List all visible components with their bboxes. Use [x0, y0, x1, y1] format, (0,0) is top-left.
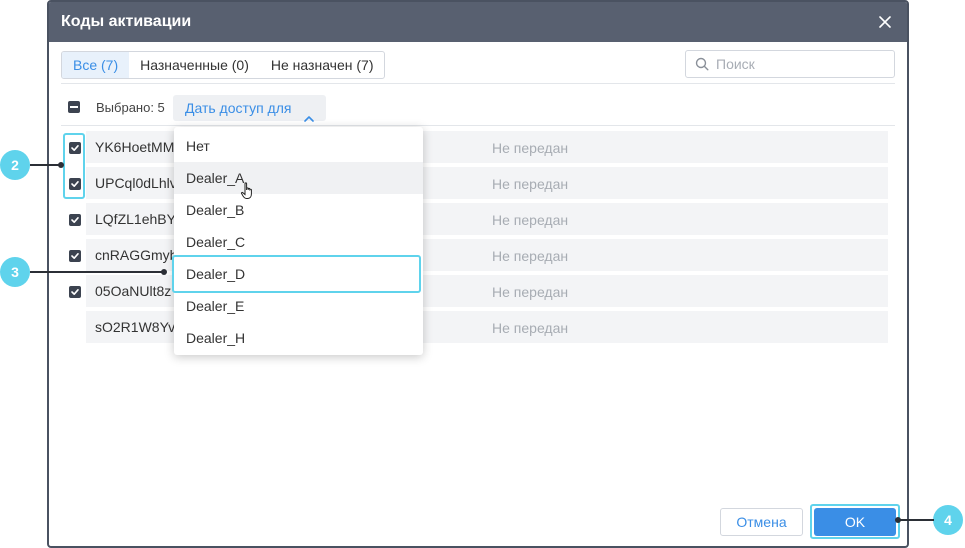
dropdown-option-highlight-frame — [172, 255, 421, 293]
row-checkbox[interactable] — [69, 286, 81, 298]
activation-codes-dialog: Коды активации Все (7) Назначенные (0) Н… — [47, 0, 909, 548]
callout-line — [30, 271, 164, 273]
callout-badge: 4 — [933, 505, 963, 535]
dialog-titlebar: Коды активации — [49, 2, 907, 42]
callout-line — [897, 519, 934, 521]
status-value: Не передан — [492, 176, 569, 192]
selected-count: Выбрано: 5 — [96, 100, 165, 115]
search-input[interactable] — [716, 55, 886, 73]
dropdown-option[interactable]: Dealer_C — [174, 226, 423, 258]
callout-dot — [895, 517, 901, 523]
status-value: Не передан — [492, 284, 569, 300]
dropdown-option[interactable]: Нет — [174, 130, 423, 162]
code-value: cnRAGGmyb — [95, 247, 178, 263]
code-value: sO2R1W8Yv — [95, 319, 176, 335]
dropdown-option[interactable]: Dealer_A — [174, 162, 423, 194]
divider — [61, 83, 895, 84]
tab-all[interactable]: Все (7) — [62, 52, 130, 78]
divider — [61, 125, 895, 126]
row-checkbox[interactable] — [69, 214, 81, 226]
status-value: Не передан — [492, 212, 569, 228]
dropdown-option[interactable]: Dealer_E — [174, 290, 423, 322]
checkbox-highlight-frame — [63, 133, 85, 199]
callout-dot — [161, 269, 167, 275]
grant-access-label: Дать доступ для — [185, 100, 292, 116]
code-value: LQfZL1ehBY — [95, 211, 176, 227]
code-value: UPCql0dLhlv — [95, 175, 177, 191]
dropdown-option[interactable]: Dealer_B — [174, 194, 423, 226]
search-box[interactable] — [685, 50, 895, 78]
code-value: 05OaNUlt8z — [95, 283, 172, 299]
status-value: Не передан — [492, 248, 569, 264]
row-checkbox[interactable] — [69, 250, 81, 262]
status-value: Не передан — [492, 320, 569, 336]
cancel-button[interactable]: Отмена — [720, 508, 803, 536]
close-icon[interactable] — [875, 12, 895, 32]
callout-line — [30, 164, 60, 166]
status-value: Не передан — [492, 140, 569, 156]
callout-dot — [58, 162, 64, 168]
search-icon — [695, 57, 709, 76]
callout-badge: 3 — [0, 257, 30, 287]
hand-cursor-icon — [241, 182, 255, 205]
dialog-title: Коды активации — [61, 13, 192, 30]
code-value: YK6HoetMM — [95, 139, 175, 155]
ok-button[interactable]: OK — [814, 508, 896, 536]
tab-unassigned[interactable]: Не назначен (7) — [260, 52, 385, 78]
callout-badge: 2 — [0, 150, 30, 180]
select-all-checkbox[interactable] — [68, 101, 80, 113]
grant-access-dropdown-button[interactable]: Дать доступ для — [173, 95, 326, 122]
dealer-dropdown-menu: Нет Dealer_A Dealer_B Dealer_C Dealer_D … — [174, 127, 423, 355]
tab-assigned[interactable]: Назначенные (0) — [129, 52, 260, 78]
filter-tabs: Все (7) Назначенные (0) Не назначен (7) — [61, 51, 386, 79]
dropdown-option[interactable]: Dealer_H — [174, 322, 423, 354]
